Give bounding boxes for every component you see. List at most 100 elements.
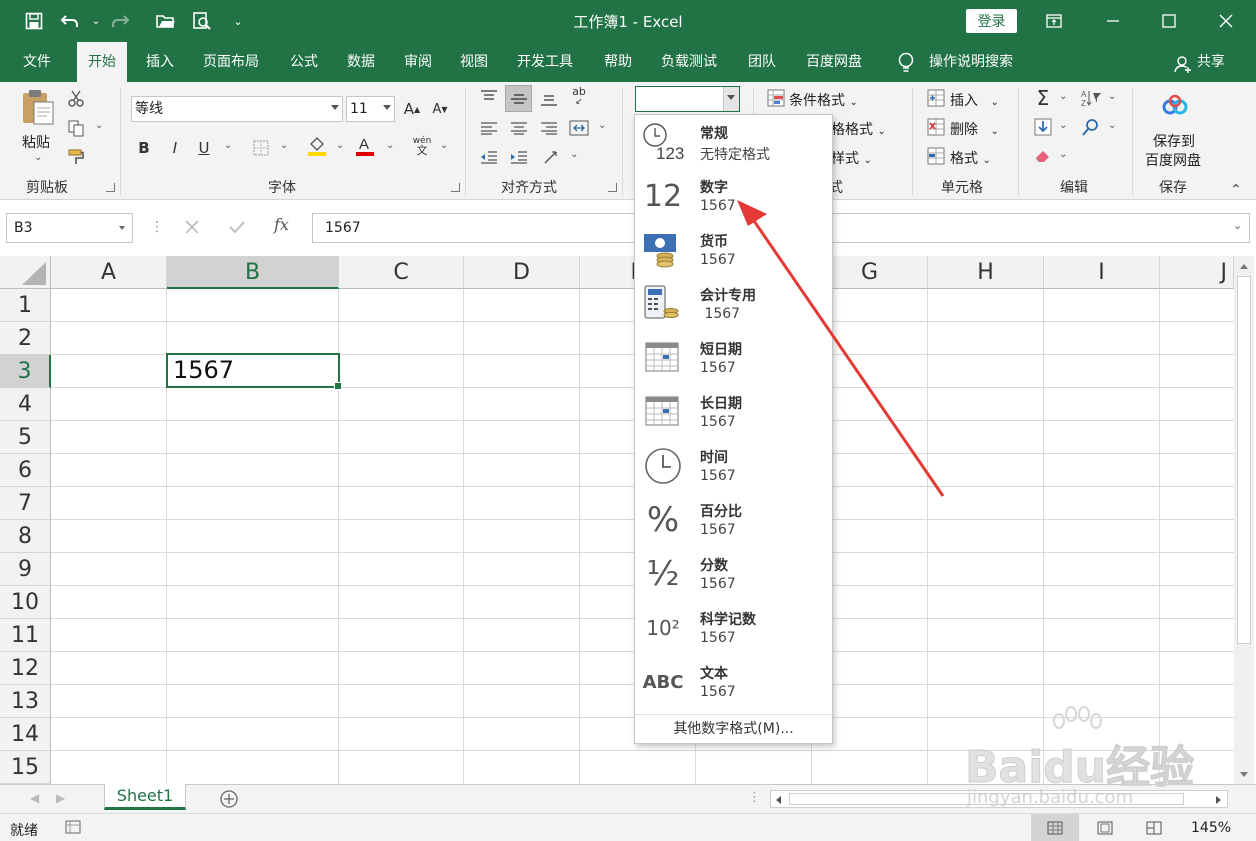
tab-page-layout[interactable]: 页面布局	[192, 42, 270, 82]
orientation-icon[interactable]	[540, 146, 562, 168]
vertical-scrollbar[interactable]	[1234, 256, 1254, 784]
baidu-cloud-icon[interactable]	[1160, 94, 1190, 120]
nf-item-text[interactable]: ABC 文本 1567	[635, 655, 832, 709]
tab-review[interactable]: 审阅	[393, 42, 443, 82]
borders-icon[interactable]	[250, 137, 272, 159]
open-folder-icon[interactable]	[154, 9, 178, 33]
scroll-down-icon[interactable]	[1239, 771, 1249, 779]
horizontal-scrollbar[interactable]	[770, 790, 1228, 808]
sort-filter-icon[interactable]: AZ	[1080, 87, 1102, 109]
maximize-icon[interactable]	[1141, 0, 1197, 42]
paste-button[interactable]: 粘贴	[22, 132, 50, 152]
nf-item-general[interactable]: 123 常规 无特定格式	[635, 115, 832, 169]
col-header-b[interactable]: B	[167, 256, 339, 289]
font-launcher-icon[interactable]	[451, 183, 460, 192]
decrease-indent-icon[interactable]	[478, 146, 500, 168]
close-icon[interactable]	[1198, 0, 1254, 42]
insert-cells-icon[interactable]	[925, 87, 947, 109]
sheet-prev-icon[interactable]: ◀	[30, 791, 39, 805]
col-header-h[interactable]: H	[928, 256, 1044, 289]
sheet-next-icon[interactable]: ▶	[56, 791, 65, 805]
grow-font-icon[interactable]: A ▲	[401, 98, 423, 120]
fill-color-icon[interactable]	[306, 135, 328, 157]
nf-item-short-date[interactable]: 短日期 1567	[635, 331, 832, 385]
minimize-icon[interactable]	[1085, 0, 1141, 42]
align-left-icon[interactable]	[478, 117, 500, 139]
tab-home[interactable]: 开始	[77, 42, 127, 82]
alignment-launcher-icon[interactable]	[608, 183, 617, 192]
orientation-dropdown-icon[interactable]: ⌄	[570, 149, 578, 160]
expand-formula-bar-icon[interactable]: ⌄	[1233, 219, 1242, 232]
confirm-entry-icon[interactable]	[228, 219, 246, 235]
conditional-format-button[interactable]: 条件格式 ⌄	[789, 90, 858, 110]
nf-item-currency[interactable]: 货币 1567	[635, 223, 832, 277]
sheet-tab-sheet1[interactable]: Sheet1	[104, 784, 186, 810]
col-header-i[interactable]: I	[1044, 256, 1160, 289]
tab-team[interactable]: 团队	[737, 42, 787, 82]
tab-view[interactable]: 视图	[449, 42, 499, 82]
macro-record-icon[interactable]	[65, 820, 81, 834]
row-header-15[interactable]: 15	[0, 751, 51, 784]
fill-dropdown-icon[interactable]: ⌄	[1059, 120, 1067, 131]
copy-dropdown-icon[interactable]: ⌄	[95, 120, 103, 131]
nf-item-long-date[interactable]: 长日期 1567	[635, 385, 832, 439]
bold-button[interactable]: B	[133, 137, 155, 159]
nf-item-number[interactable]: 12 数字 1567	[635, 169, 832, 223]
save-icon[interactable]	[22, 9, 46, 33]
italic-button[interactable]: I	[164, 137, 186, 159]
nf-item-accounting[interactable]: 会计专用 1567	[635, 277, 832, 331]
tab-formulas[interactable]: 公式	[279, 42, 329, 82]
align-bottom-icon[interactable]	[538, 88, 560, 110]
login-button[interactable]: 登录	[966, 9, 1017, 33]
name-box[interactable]: B3	[6, 213, 133, 243]
scroll-right-icon[interactable]	[1215, 795, 1223, 805]
print-preview-icon[interactable]	[190, 9, 214, 33]
row-header-14[interactable]: 14	[0, 718, 51, 751]
sort-dropdown-icon[interactable]: ⌄	[1108, 91, 1116, 102]
wrap-orientation-icon[interactable]: ab ↙	[568, 86, 590, 108]
tab-file[interactable]: 文件	[12, 42, 62, 82]
zoom-level[interactable]: 145%	[1191, 820, 1231, 836]
delete-cells-icon[interactable]	[925, 116, 947, 138]
nf-item-time[interactable]: 时间 1567	[635, 439, 832, 493]
normal-view-button[interactable]	[1031, 814, 1079, 841]
format-cells-button[interactable]: 格式 ⌄	[950, 148, 991, 168]
autosum-icon[interactable]: Σ	[1032, 86, 1054, 110]
row-header-11[interactable]: 11	[0, 619, 51, 652]
insert-function-icon[interactable]: fx	[274, 215, 289, 234]
align-center-icon[interactable]	[508, 117, 530, 139]
add-sheet-icon[interactable]	[219, 789, 239, 809]
merge-center-icon[interactable]	[568, 117, 590, 139]
tab-help[interactable]: 帮助	[593, 42, 643, 82]
paste-dropdown-icon[interactable]: ⌄	[34, 152, 42, 163]
copy-icon[interactable]	[65, 117, 87, 139]
row-header-4[interactable]: 4	[0, 388, 51, 421]
scroll-up-icon[interactable]	[1239, 262, 1249, 270]
more-number-formats-link[interactable]: 其他数字格式(M)...	[635, 714, 832, 744]
tab-split-grip-icon[interactable]: ⋮	[748, 790, 761, 805]
tab-load-test[interactable]: 负载测试	[650, 42, 728, 82]
scroll-left-icon[interactable]	[774, 795, 782, 805]
collapse-ribbon-icon[interactable]: ⌄	[1230, 180, 1242, 196]
font-name-combo[interactable]: 等线	[131, 96, 343, 122]
select-all-corner[interactable]	[0, 256, 51, 289]
undo-dropdown-icon[interactable]: ⌄	[84, 9, 108, 33]
undo-icon[interactable]	[58, 9, 82, 33]
format-cells-icon[interactable]	[925, 145, 947, 167]
page-break-view-icon[interactable]	[1146, 821, 1162, 835]
row-header-10[interactable]: 10	[0, 586, 51, 619]
vertical-scroll-thumb[interactable]	[1237, 276, 1251, 644]
align-middle-icon[interactable]	[505, 85, 532, 112]
col-header-d[interactable]: D	[464, 256, 580, 289]
col-header-j[interactable]: J	[1160, 256, 1234, 289]
fill-down-icon[interactable]	[1032, 116, 1054, 138]
clipboard-launcher-icon[interactable]	[106, 183, 115, 192]
phonetic-guide-icon[interactable]: wén 文	[411, 135, 433, 157]
underline-dropdown-icon[interactable]: ⌄	[224, 140, 232, 151]
font-color-icon[interactable]: A	[354, 135, 376, 157]
tab-baidu-netdisk[interactable]: 百度网盘	[795, 42, 873, 82]
tab-insert[interactable]: 插入	[135, 42, 185, 82]
row-header-3[interactable]: 3	[0, 355, 51, 388]
horizontal-scroll-thumb[interactable]	[789, 793, 1184, 805]
share-button[interactable]: 共享	[1186, 42, 1236, 82]
